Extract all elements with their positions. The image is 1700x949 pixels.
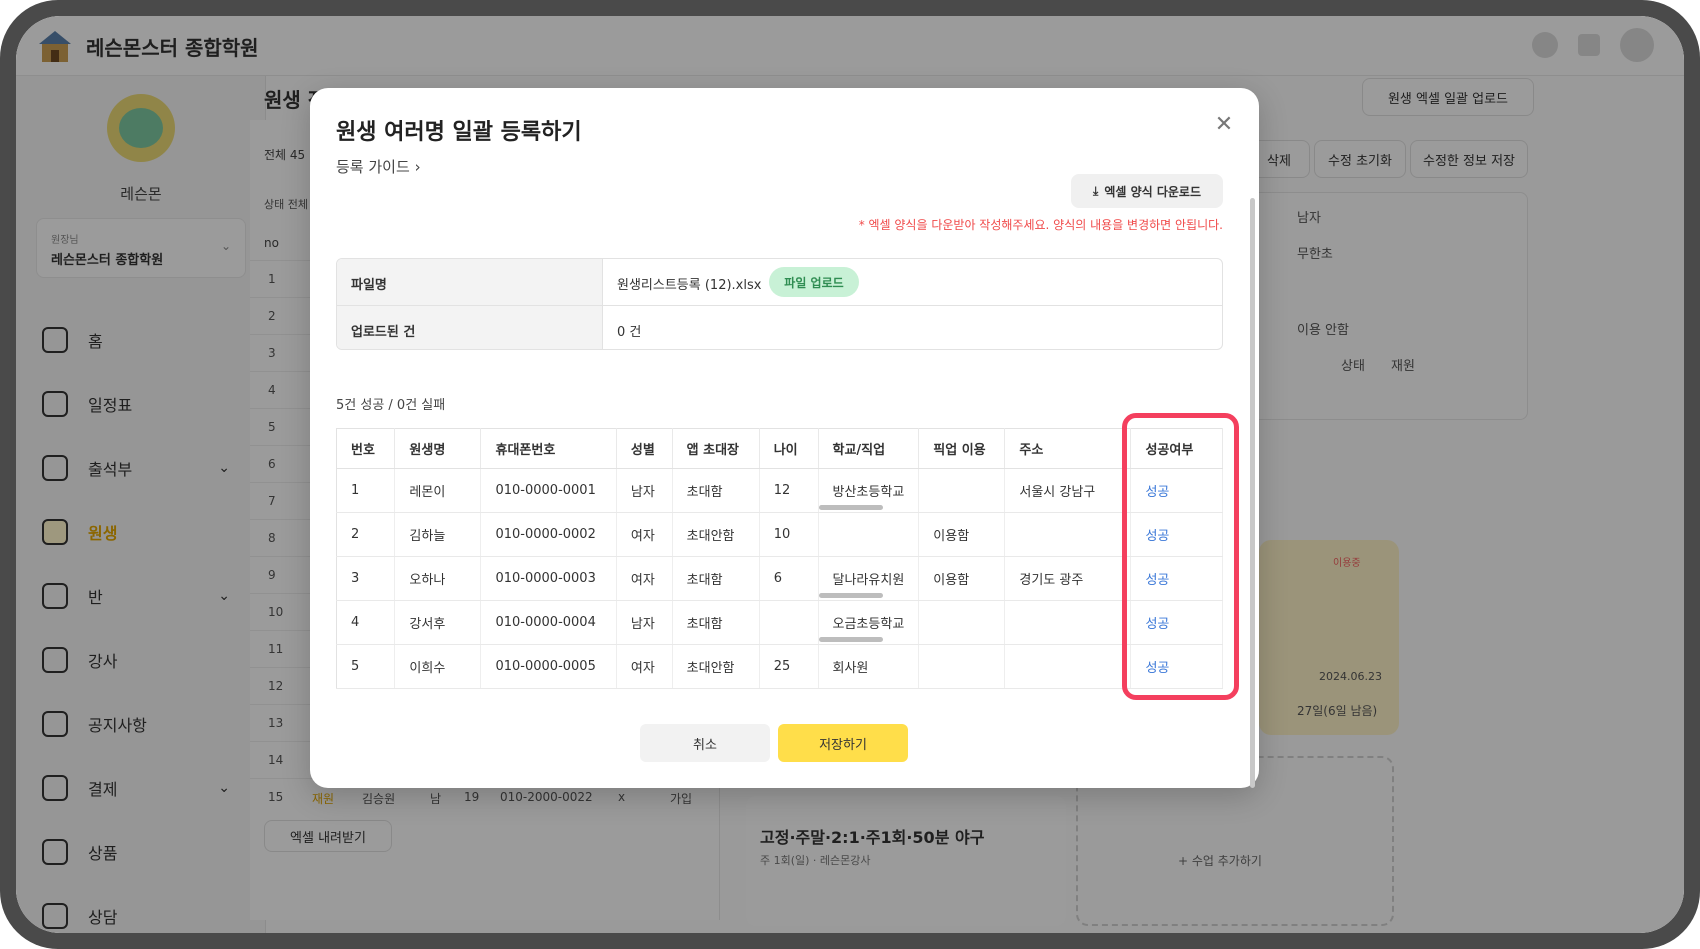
cell-no: 3: [336, 556, 396, 601]
close-icon[interactable]: ✕: [1211, 112, 1237, 138]
table-row: 5 이희수 010-0000-0005 여자 초대안함 25 회사원 성공: [336, 644, 1223, 689]
cell-address: [1004, 644, 1132, 689]
cell-pickup: [918, 600, 1006, 645]
cell-address: [1004, 512, 1132, 557]
header-school: 학교/직업: [818, 428, 920, 469]
guide-link-label: 등록 가이드: [336, 158, 410, 176]
save-label: 저장하기: [819, 737, 867, 753]
cancel-label: 취소: [693, 737, 717, 753]
download-label: 엑셀 양식 다운로드: [1104, 184, 1201, 199]
file-name-row: 파일명 원생리스트등록 (12).xlsx 파일 업로드: [337, 259, 1222, 305]
cell-address: 서울시 강남구: [1004, 468, 1132, 513]
cell-pickup: [918, 644, 1006, 689]
result-summary: 5건 성공 / 0건 실패: [336, 398, 446, 413]
cell-school: 방산초등학교: [818, 468, 920, 513]
file-name-label: 파일명: [337, 259, 603, 305]
file-upload-button[interactable]: 파일 업로드: [769, 267, 859, 297]
modal-title: 원생 여러명 일괄 등록하기: [336, 120, 582, 145]
cell-no: 1: [336, 468, 396, 513]
file-name-value: 원생리스트등록 (12).xlsx: [617, 278, 762, 293]
header-phone: 휴대폰번호: [480, 428, 617, 469]
uploaded-count-value: 0 건: [617, 325, 642, 340]
header-age: 나이: [759, 428, 819, 469]
cell-no: 4: [336, 600, 396, 645]
cell-gender: 남자: [616, 468, 673, 513]
cell-gender: 남자: [616, 600, 673, 645]
table-row: 1 레몬이 010-0000-0001 남자 초대함 12 방산초등학교 서울시…: [336, 468, 1223, 513]
cell-age: 25: [759, 644, 819, 689]
save-button[interactable]: 저장하기: [778, 724, 908, 762]
header-pickup: 픽업 이용: [918, 428, 1006, 469]
cell-name: 레몬이: [394, 468, 482, 513]
cell-school: 회사원: [818, 644, 920, 689]
cell-phone: 010-0000-0001: [480, 468, 617, 513]
header-no: 번호: [336, 428, 396, 469]
table-row: 4 강서후 010-0000-0004 남자 초대함 오금초등학교 성공: [336, 600, 1223, 645]
cell-address: 경기도 광주: [1004, 556, 1132, 601]
file-upload-label: 파일 업로드: [784, 275, 844, 290]
uploaded-count-row: 업로드된 건 0 건: [337, 305, 1222, 349]
download-icon: ⤓: [1093, 183, 1099, 198]
cell-scrollbar[interactable]: [818, 505, 883, 510]
uploaded-count-label: 업로드된 건: [337, 306, 603, 349]
cell-pickup: 이용함: [918, 512, 1006, 557]
chevron-right-icon: ›: [414, 158, 421, 176]
modal-scrollbar[interactable]: [1250, 198, 1255, 788]
cell-no: 2: [336, 512, 396, 557]
cell-school: 달나라유치원: [818, 556, 920, 601]
cell-school: [818, 512, 920, 557]
cell-scrollbar[interactable]: [818, 637, 883, 642]
header-name: 원생명: [394, 428, 482, 469]
cell-invite: 초대함: [672, 468, 760, 513]
excel-template-download-button[interactable]: ⤓ 엑셀 양식 다운로드: [1071, 174, 1223, 208]
cell-phone: 010-0000-0003: [480, 556, 617, 601]
cell-age: 6: [759, 556, 819, 601]
screen: 레슨몬스터 종합학원 레슨몬 원장님 레슨몬스터 종합학원 ⌄ 홈 일정표 출석…: [16, 16, 1684, 933]
bulk-register-modal: 원생 여러명 일괄 등록하기 ✕ 등록 가이드 › ⤓ 엑셀 양식 다운로드 * …: [310, 88, 1259, 788]
cell-gender: 여자: [616, 556, 673, 601]
cell-school-text: 달나라유치원: [832, 573, 905, 588]
cell-phone: 010-0000-0005: [480, 644, 617, 689]
cell-name: 이희수: [394, 644, 482, 689]
result-table: 번호 원생명 휴대폰번호 성별 앱 초대장 나이 학교/직업 픽업 이용 주소 …: [336, 428, 1223, 689]
cell-address: [1004, 600, 1132, 645]
cell-invite: 초대함: [672, 600, 760, 645]
header-invite: 앱 초대장: [672, 428, 760, 469]
cell-school: 오금초등학교: [818, 600, 920, 645]
cancel-button[interactable]: 취소: [640, 724, 770, 762]
cell-phone: 010-0000-0002: [480, 512, 617, 557]
cell-gender: 여자: [616, 644, 673, 689]
cell-name: 김하늘: [394, 512, 482, 557]
template-warning: * 엑셀 양식을 다운받아 작성해주세요. 양식의 내용을 변경하면 안됩니다.: [858, 218, 1223, 232]
cell-pickup: 이용함: [918, 556, 1006, 601]
cell-name: 강서후: [394, 600, 482, 645]
cell-gender: 여자: [616, 512, 673, 557]
cell-invite: 초대안함: [672, 644, 760, 689]
table-header-row: 번호 원생명 휴대폰번호 성별 앱 초대장 나이 학교/직업 픽업 이용 주소 …: [336, 428, 1223, 469]
table-row: 2 김하늘 010-0000-0002 여자 초대안함 10 이용함 성공: [336, 512, 1223, 557]
registration-guide-link[interactable]: 등록 가이드 ›: [336, 156, 421, 177]
header-address: 주소: [1004, 428, 1132, 469]
device-frame: 레슨몬스터 종합학원 레슨몬 원장님 레슨몬스터 종합학원 ⌄ 홈 일정표 출석…: [0, 0, 1700, 949]
table-row: 3 오하나 010-0000-0003 여자 초대함 6 달나라유치원 이용함 …: [336, 556, 1223, 601]
cell-invite: 초대함: [672, 556, 760, 601]
cell-age: [759, 600, 819, 645]
cell-age: 10: [759, 512, 819, 557]
cell-scrollbar[interactable]: [818, 593, 883, 598]
result-column-highlight: [1122, 413, 1239, 700]
cell-school-text: 방산초등학교: [832, 485, 905, 500]
cell-pickup: [918, 468, 1006, 513]
cell-name: 오하나: [394, 556, 482, 601]
cell-invite: 초대안함: [672, 512, 760, 557]
cell-phone: 010-0000-0004: [480, 600, 617, 645]
cell-age: 12: [759, 468, 819, 513]
cell-school-text: 오금초등학교: [832, 617, 905, 632]
cell-no: 5: [336, 644, 396, 689]
file-info-box: 파일명 원생리스트등록 (12).xlsx 파일 업로드 업로드된 건 0 건: [336, 258, 1223, 350]
header-gender: 성별: [616, 428, 673, 469]
